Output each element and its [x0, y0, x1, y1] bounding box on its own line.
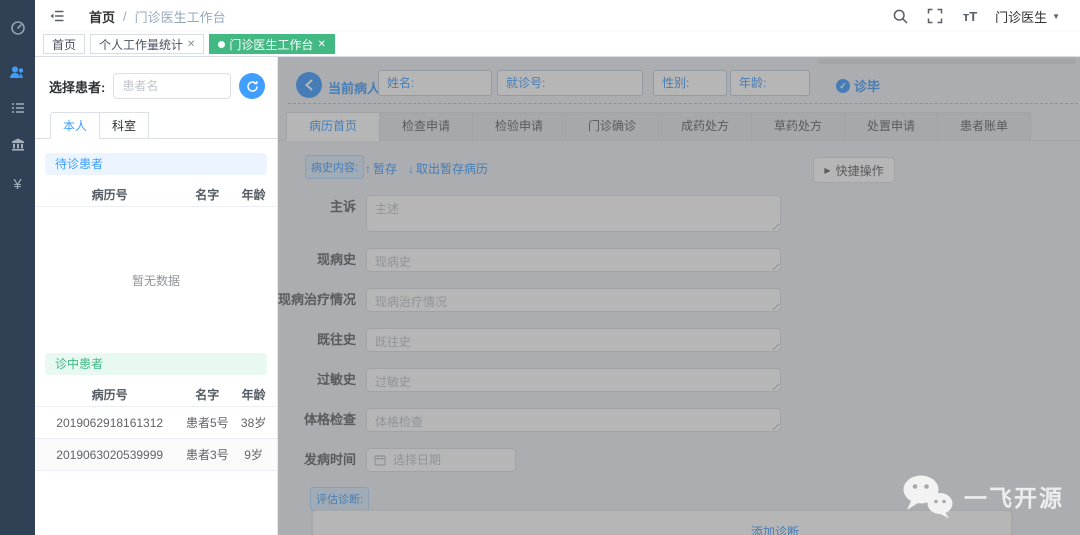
department-icon[interactable]: [0, 126, 35, 162]
breadcrumb-separator: /: [123, 8, 127, 24]
waiting-patients-header: 待诊患者: [45, 153, 267, 175]
col-age: 年龄: [241, 388, 266, 402]
col-record-no: 病历号: [91, 188, 128, 202]
tag-label: 门诊医生工作台: [229, 37, 314, 52]
close-icon[interactable]: ✕: [317, 39, 325, 50]
billing-icon[interactable]: ¥: [0, 166, 35, 202]
cell-age: 38岁: [240, 416, 267, 430]
patient-name-input[interactable]: [113, 73, 231, 99]
cell-record-no: 2019063020539999: [56, 448, 164, 462]
patient-row[interactable]: 2019062918161312 患者5号 38岁: [35, 407, 277, 439]
col-record-no: 病历号: [91, 388, 128, 402]
font-size-icon[interactable]: тT: [960, 6, 980, 26]
tab-department[interactable]: 科室: [99, 112, 149, 139]
fullscreen-icon[interactable]: [925, 6, 945, 26]
col-name: 名字: [195, 388, 220, 402]
top-bar: 首页 / 门诊医生工作台 тT 门诊医生 ▼: [35, 0, 1080, 32]
patient-select-panel: 选择患者: 本人 科室 待诊患者 病历号 名字 年龄 暂无数据 诊中患者 病历号…: [35, 57, 278, 535]
col-name: 名字: [195, 188, 220, 202]
cell-name: 患者5号: [185, 416, 229, 430]
user-menu[interactable]: 门诊医生 ▼: [995, 7, 1060, 26]
outpatient-doctor-workstation: ¥ 首页 / 门诊医生工作台 тT 门诊医生 ▼ 首页 个人工作量统计 ✕ 门诊…: [0, 0, 1080, 535]
tab-self[interactable]: 本人: [50, 112, 100, 139]
active-dot-icon: [218, 40, 226, 48]
user-name: 门诊医生: [995, 9, 1048, 25]
tag-label: 个人工作量统计: [99, 37, 184, 52]
empty-data-text: 暂无数据: [131, 273, 180, 288]
tag-workload-stats[interactable]: 个人工作量统计 ✕: [90, 34, 205, 54]
cell-age: 9岁: [244, 448, 263, 462]
cell-record-no: 2019062918161312: [56, 416, 164, 430]
tag-label: 首页: [52, 37, 77, 52]
close-icon[interactable]: ✕: [187, 39, 195, 50]
tag-home[interactable]: 首页: [43, 34, 86, 54]
search-icon[interactable]: [890, 6, 910, 26]
watermark: 一飞开源: [900, 473, 1064, 519]
patient-scope-tabs: 本人 科室: [35, 112, 277, 139]
chevron-down-icon: ▼: [1052, 11, 1060, 21]
breadcrumb: 首页 / 门诊医生工作台: [89, 7, 226, 26]
records-icon[interactable]: [0, 90, 35, 126]
refresh-patients-button[interactable]: [239, 73, 265, 99]
tags-view: 首页 个人工作量统计 ✕ 门诊医生工作台 ✕: [35, 32, 1080, 57]
patients-icon[interactable]: [0, 54, 35, 90]
select-patient-label: 选择患者:: [49, 79, 106, 95]
sidebar-toggle-icon[interactable]: [47, 6, 67, 26]
tag-doctor-workstation[interactable]: 门诊医生工作台 ✕: [209, 34, 335, 54]
waiting-table-header: 病历号 名字 年龄: [35, 183, 277, 207]
icon-rail: ¥: [0, 0, 35, 535]
in-consult-patients-header: 诊中患者: [45, 353, 267, 375]
cell-name: 患者3号: [185, 448, 229, 462]
workspace: 当前病人: 姓名: 就诊号: 性别: 年龄: ✓ 诊毕 病历首页 检查申请 检验…: [278, 57, 1080, 535]
watermark-text: 一飞开源: [964, 485, 1064, 511]
dashboard-icon[interactable]: [0, 10, 35, 46]
breadcrumb-home[interactable]: 首页: [89, 7, 115, 26]
disabled-overlay: [278, 57, 1080, 535]
in-consult-table-header: 病历号 名字 年龄: [35, 383, 277, 407]
wechat-logo-icon: [903, 475, 953, 519]
breadcrumb-current: 门诊医生工作台: [134, 9, 226, 25]
col-age: 年龄: [241, 188, 266, 202]
patient-row[interactable]: 2019063020539999 患者3号 9岁: [35, 439, 277, 471]
